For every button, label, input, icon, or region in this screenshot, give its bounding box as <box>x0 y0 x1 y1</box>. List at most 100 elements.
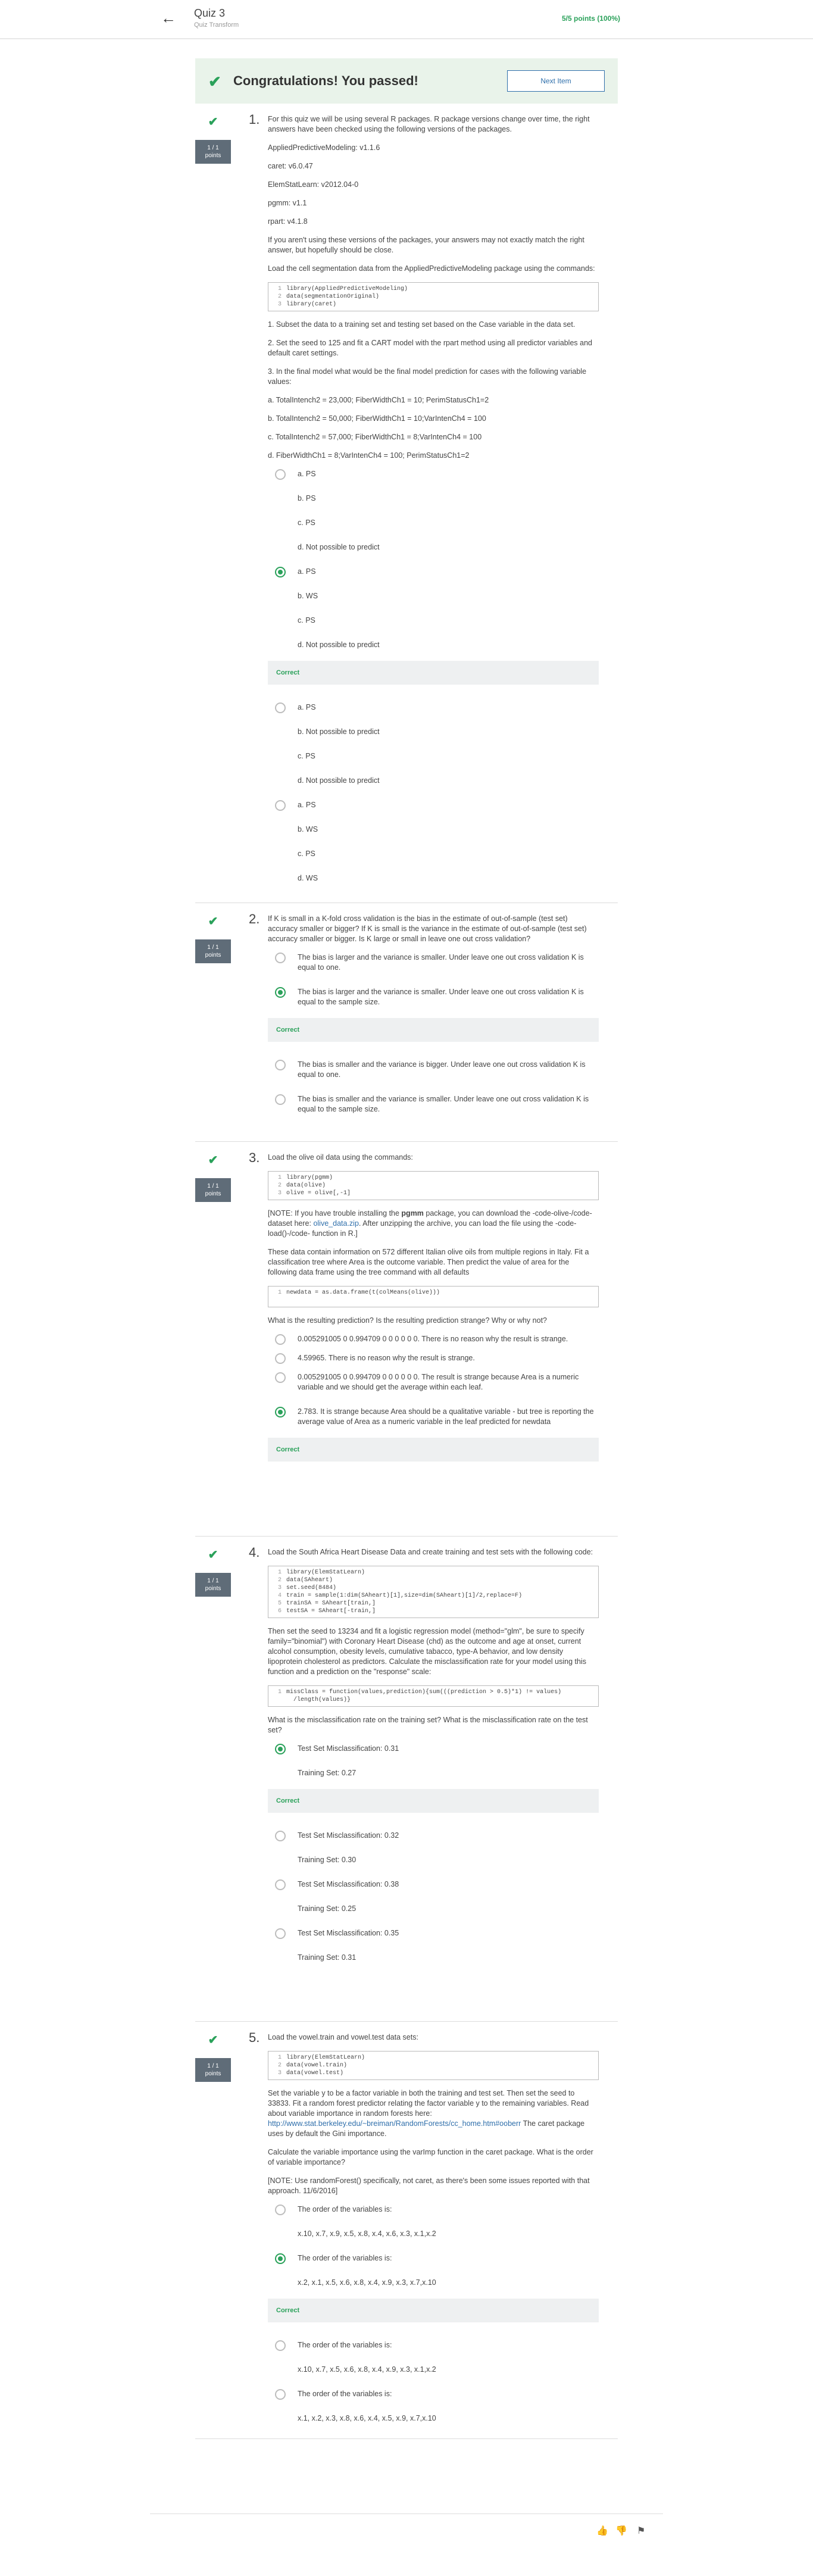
correct-checkmark-icon: ✔ <box>208 115 218 129</box>
radio-button[interactable] <box>275 2389 286 2400</box>
answer-option[interactable]: a. PS b. Not possible to predict c. PS d. N… <box>268 702 599 786</box>
radio-button[interactable] <box>275 1353 286 1364</box>
radio-button[interactable] <box>275 1094 286 1105</box>
correct-checkmark-icon: ✔ <box>208 2034 218 2047</box>
radio-button[interactable] <box>275 2340 286 2351</box>
top-bar: ← Quiz 3 Quiz Transform 5/5 points (100%… <box>0 0 813 39</box>
correct-checkmark-icon: ✔ <box>208 915 218 928</box>
q4-question: What is the misclassification rate on th… <box>268 1716 588 1734</box>
points-badge: 1 / 1 points <box>195 140 231 164</box>
quiz-content: ✔ Congratulations! You passed! Next Item… <box>195 58 618 2439</box>
radio-button-selected[interactable] <box>275 1407 286 1417</box>
answer-option[interactable]: a. PS b. PS c. PS d. Not possible to predic… <box>268 469 599 552</box>
answer-option[interactable]: The bias is larger and the variance is s… <box>268 953 599 973</box>
answer-option[interactable]: The bias is smaller and the variance is … <box>268 1060 599 1080</box>
answer-option-selected[interactable]: The bias is larger and the variance is s… <box>268 987 599 1007</box>
q1-case: d. FiberWidthCh1 = 8;VarIntenCh4 = 100; … <box>268 451 470 460</box>
radio-button[interactable] <box>275 1831 286 1841</box>
download-link[interactable]: olive_data.zip <box>313 1219 358 1228</box>
question-1: ✔ 1 / 1 points 1. For this quiz we will b… <box>195 104 618 903</box>
answer-option[interactable]: 0.005291005 0 0.994709 0 0 0 0 0 0. The … <box>268 1372 599 1392</box>
thumbs-down-icon[interactable]: 👎 <box>615 2525 627 2537</box>
radio-button[interactable] <box>275 1334 286 1345</box>
flag-icon[interactable]: ⚑ <box>637 2525 645 2537</box>
code-block: 1 library(ElemStatLearn) 2 data(SAheart) 3… <box>268 1566 599 1618</box>
q1-pkg: caret: v6.0.47 <box>268 162 313 170</box>
code-block: 1 library(ElemStatLearn) 2 data(vowel.trai… <box>268 2051 599 2080</box>
q2-text: If K is small in a K-fold cross validati… <box>268 914 587 943</box>
q1-case: b. TotalIntench2 = 50,000; FiberWidthCh1… <box>268 414 486 423</box>
answer-option[interactable]: Test Set Misclassification: 0.32 Training… <box>268 1831 599 1865</box>
radio-button[interactable] <box>275 1372 286 1383</box>
question-2: ✔ 1 / 1 points 2. If K is small in a K-fo… <box>195 903 618 1142</box>
radio-button-selected[interactable] <box>275 2253 286 2264</box>
answer-option[interactable]: The order of the variables is: x.10, x.7,… <box>268 2340 599 2375</box>
correct-checkmark-icon: ✔ <box>208 1548 218 1562</box>
q4-desc: Then set the seed to 13234 and fit a log… <box>268 1627 586 1676</box>
answer-option-selected[interactable]: The order of the variables is: x.2, x.1, … <box>268 2253 599 2288</box>
correct-feedback: Correct <box>268 661 599 685</box>
radio-button-selected[interactable] <box>275 1744 286 1754</box>
points-score: 5/5 points (100%) <box>561 14 620 23</box>
radio-button[interactable] <box>275 953 286 963</box>
banner-title: Congratulations! You passed! <box>233 73 418 88</box>
q5-question: Calculate the variable importance using … <box>268 2148 593 2166</box>
pass-banner: ✔ Congratulations! You passed! Next Item <box>195 58 618 104</box>
radio-button[interactable] <box>275 2205 286 2215</box>
answer-option[interactable]: 0.005291005 0 0.994709 0 0 0 0 0 0. Ther… <box>268 1334 599 1347</box>
quiz-title: Quiz 3 <box>194 7 226 19</box>
answer-option[interactable]: 4.59965. There is no reason why the resu… <box>268 1353 599 1366</box>
question-3: ✔ 1 / 1 points 3. Load the olive oil data… <box>195 1142 618 1537</box>
correct-checkmark-icon: ✔ <box>208 1154 218 1167</box>
answer-option[interactable]: Test Set Misclassification: 0.38 Training… <box>268 1879 599 1914</box>
thumbs-up-icon[interactable]: 👍 <box>596 2525 608 2537</box>
radio-button[interactable] <box>275 1060 286 1070</box>
arrow-left-icon[interactable]: ← <box>161 10 177 26</box>
points-badge: 1 / 1 points <box>195 1573 231 1597</box>
q3-intro: Load the olive oil data using the comman… <box>268 1153 413 1161</box>
answer-option[interactable]: a. PS b. WS c. PS d. WS <box>268 800 599 883</box>
answer-option-selected[interactable]: 2.783. It is strange because Area should… <box>268 1407 599 1427</box>
checkmark-icon: ✔ <box>208 73 221 90</box>
correct-feedback: Correct <box>268 1789 599 1813</box>
radio-button[interactable] <box>275 1879 286 1890</box>
next-item-button[interactable]: Next Item <box>507 70 605 92</box>
points-badge: 1 / 1 points <box>195 939 231 963</box>
q4-intro: Load the South Africa Heart Disease Data… <box>268 1548 593 1556</box>
q1-step: 3. In the final model what would be the … <box>268 367 587 386</box>
code-block: 1 missClass = function(values,prediction)… <box>268 1685 599 1707</box>
answer-option[interactable]: The bias is smaller and the variance is … <box>268 1094 599 1114</box>
radio-button[interactable] <box>275 702 286 713</box>
q3-note: [NOTE: If you have trouble installing th… <box>268 1209 592 1238</box>
answer-option-selected[interactable]: a. PS b. WS c. PS d. Not possible to predic… <box>268 567 599 650</box>
question-number: 4. <box>249 1545 260 1560</box>
radio-button[interactable] <box>275 800 286 811</box>
footer: 👍 👎 ⚑ <box>150 2513 663 2536</box>
q1-step: 2. Set the seed to 125 and fit a CART mo… <box>268 339 592 357</box>
q5-desc: Set the variable y to be a factor variab… <box>268 2089 589 2138</box>
radio-button[interactable] <box>275 469 286 480</box>
answer-option[interactable]: The order of the variables is: x.10, x.7,… <box>268 2205 599 2239</box>
q1-case: c. TotalIntench2 = 57,000; FiberWidthCh1… <box>268 433 482 441</box>
points-badge: 1 / 1 points <box>195 2058 231 2082</box>
correct-feedback: Correct <box>268 2299 599 2322</box>
radio-button-selected[interactable] <box>275 567 286 577</box>
points-badge: 1 / 1 points <box>195 1178 231 1202</box>
random-forests-link[interactable]: http://www.stat.berkeley.edu/~breiman/Ra… <box>268 2119 521 2128</box>
radio-button[interactable] <box>275 1928 286 1939</box>
q1-pkg: ElemStatLearn: v2012.04-0 <box>268 180 359 189</box>
answer-option[interactable]: Test Set Misclassification: 0.35 Training… <box>268 1928 599 1963</box>
radio-button-selected[interactable] <box>275 987 286 998</box>
q1-load: Load the cell segmentation data from the… <box>268 264 595 273</box>
q1-pkg: rpart: v4.1.8 <box>268 217 308 226</box>
answer-option[interactable]: The order of the variables is: x.1, x.2, … <box>268 2389 599 2424</box>
question-number: 1. <box>249 112 260 127</box>
question-5: ✔ 1 / 1 points 5. Load the vowel.train an… <box>195 2022 618 2439</box>
code-block: 1 newdata = as.data.frame(t(colMeans(oliv… <box>268 1286 599 1307</box>
q1-step: 1. Subset the data to a training set and… <box>268 320 576 329</box>
question-number: 5. <box>249 2030 260 2045</box>
answer-option-selected[interactable]: Test Set Misclassification: 0.31 Training… <box>268 1744 599 1778</box>
code-block: 1 library(pgmm) 2 data(olive) 3 olive = oli… <box>268 1171 599 1200</box>
q3-desc: These data contain information on 572 di… <box>268 1248 589 1276</box>
q5-note: [NOTE: Use randomForest() specifically, … <box>268 2177 590 2195</box>
